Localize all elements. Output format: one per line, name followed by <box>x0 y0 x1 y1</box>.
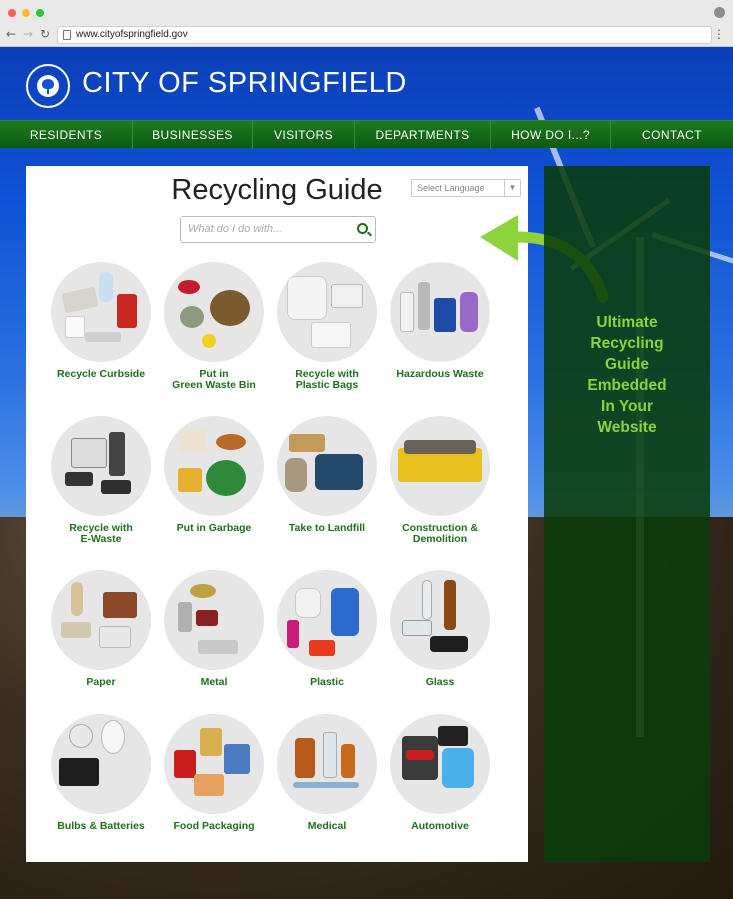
category-label[interactable]: Put in Garbage <box>162 523 266 534</box>
category-e-waste[interactable]: Recycle with E-Waste <box>49 416 153 545</box>
nav-item-departments[interactable]: DEPARTMENTS <box>355 121 491 149</box>
category-label[interactable]: Recycle Curbside <box>49 369 153 380</box>
minimize-window-button[interactable] <box>22 9 30 17</box>
category-label[interactable]: Plastic <box>275 677 379 688</box>
category-label[interactable]: Recycle with E-Waste <box>49 523 153 545</box>
plastic-bags-image[interactable] <box>277 262 377 362</box>
category-food-packaging[interactable]: Food Packaging <box>162 714 266 832</box>
language-select[interactable]: Select Language ▼ <box>411 179 521 197</box>
category-paper[interactable]: Paper <box>49 570 153 688</box>
browser-chrome: ← → ↻ www.cityofspringfield.gov ⋮ <box>0 0 733 47</box>
garbage-image[interactable] <box>164 416 264 516</box>
tree-trunk <box>47 88 49 94</box>
category-label[interactable]: Put in Green Waste Bin <box>162 369 266 391</box>
category-plastic[interactable]: Plastic <box>275 570 379 688</box>
category-garbage[interactable]: Put in Garbage <box>162 416 266 534</box>
construction-image[interactable] <box>390 416 490 516</box>
language-select-label: Select Language <box>417 183 485 193</box>
recycle-curbside-image[interactable] <box>51 262 151 362</box>
nav-item-residents[interactable]: RESIDENTS <box>0 121 133 149</box>
category-hazardous-waste[interactable]: Hazardous Waste <box>388 262 492 380</box>
automotive-image[interactable] <box>390 714 490 814</box>
category-label[interactable]: Take to Landfill <box>275 523 379 534</box>
site-title[interactable]: CITY OF SPRINGFIELD <box>82 67 407 100</box>
nav-item-how-do-i[interactable]: HOW DO I...? <box>491 121 611 149</box>
category-label[interactable]: Construction & Demolition <box>388 523 492 545</box>
main-navigation: RESIDENTS BUSINESSES VISITORS DEPARTMENT… <box>0 120 733 149</box>
forward-button[interactable]: → <box>23 28 33 40</box>
category-construction[interactable]: Construction & Demolition <box>388 416 492 545</box>
promo-panel: Ultimate Recycling Guide Embedded In You… <box>544 166 710 862</box>
category-recycle-curbside[interactable]: Recycle Curbside <box>49 262 153 380</box>
plastic-image[interactable] <box>277 570 377 670</box>
chevron-down-icon: ▼ <box>504 180 520 196</box>
category-label[interactable]: Medical <box>275 821 379 832</box>
medical-image[interactable] <box>277 714 377 814</box>
category-green-waste[interactable]: Put in Green Waste Bin <box>162 262 266 391</box>
food-packaging-image[interactable] <box>164 714 264 814</box>
nav-item-contact[interactable]: CONTACT <box>611 121 733 149</box>
page-icon <box>63 30 71 40</box>
hazardous-waste-image[interactable] <box>390 262 490 362</box>
e-waste-image[interactable] <box>51 416 151 516</box>
category-label[interactable]: Automotive <box>388 821 492 832</box>
search-icon[interactable] <box>357 223 368 234</box>
category-label[interactable]: Paper <box>49 677 153 688</box>
nav-item-visitors[interactable]: VISITORS <box>253 121 355 149</box>
category-glass[interactable]: Glass <box>388 570 492 688</box>
browser-menu-icon[interactable]: ⋮ <box>713 28 725 40</box>
recycling-guide-panel: Recycling Guide Select Language ▼ What d… <box>26 166 528 862</box>
category-bulbs-batteries[interactable]: Bulbs & Batteries <box>49 714 153 832</box>
back-button[interactable]: ← <box>6 28 16 40</box>
city-seal-icon[interactable] <box>26 64 70 108</box>
reload-button[interactable]: ↻ <box>40 28 50 40</box>
category-plastic-bags[interactable]: Recycle with Plastic Bags <box>275 262 379 391</box>
category-label[interactable]: Bulbs & Batteries <box>49 821 153 832</box>
bulbs-batteries-image[interactable] <box>51 714 151 814</box>
search-box[interactable]: What do I do with... <box>180 216 376 243</box>
category-label[interactable]: Hazardous Waste <box>388 369 492 380</box>
window-controls <box>8 9 44 17</box>
profile-icon[interactable] <box>714 7 725 18</box>
category-label[interactable]: Glass <box>388 677 492 688</box>
category-medical[interactable]: Medical <box>275 714 379 832</box>
category-metal[interactable]: Metal <box>162 570 266 688</box>
category-landfill[interactable]: Take to Landfill <box>275 416 379 534</box>
paper-image[interactable] <box>51 570 151 670</box>
category-grid: Recycle Curbside Put in Green Waste Bin R… <box>37 262 492 852</box>
zoom-window-button[interactable] <box>36 9 44 17</box>
landfill-image[interactable] <box>277 416 377 516</box>
address-bar[interactable]: www.cityofspringfield.gov <box>57 26 712 44</box>
url-text[interactable]: www.cityofspringfield.gov <box>76 29 188 40</box>
page-background: CITY OF SPRINGFIELD RESIDENTS BUSINESSES… <box>0 47 733 899</box>
category-label[interactable]: Food Packaging <box>162 821 266 832</box>
promo-text: Ultimate Recycling Guide Embedded In You… <box>587 314 667 436</box>
category-automotive[interactable]: Automotive <box>388 714 492 832</box>
search-input[interactable]: What do I do with... <box>188 223 282 235</box>
glass-image[interactable] <box>390 570 490 670</box>
category-label[interactable]: Metal <box>162 677 266 688</box>
category-label[interactable]: Recycle with Plastic Bags <box>275 369 379 391</box>
metal-image[interactable] <box>164 570 264 670</box>
green-waste-image[interactable] <box>164 262 264 362</box>
nav-item-businesses[interactable]: BUSINESSES <box>133 121 253 149</box>
close-window-button[interactable] <box>8 9 16 17</box>
